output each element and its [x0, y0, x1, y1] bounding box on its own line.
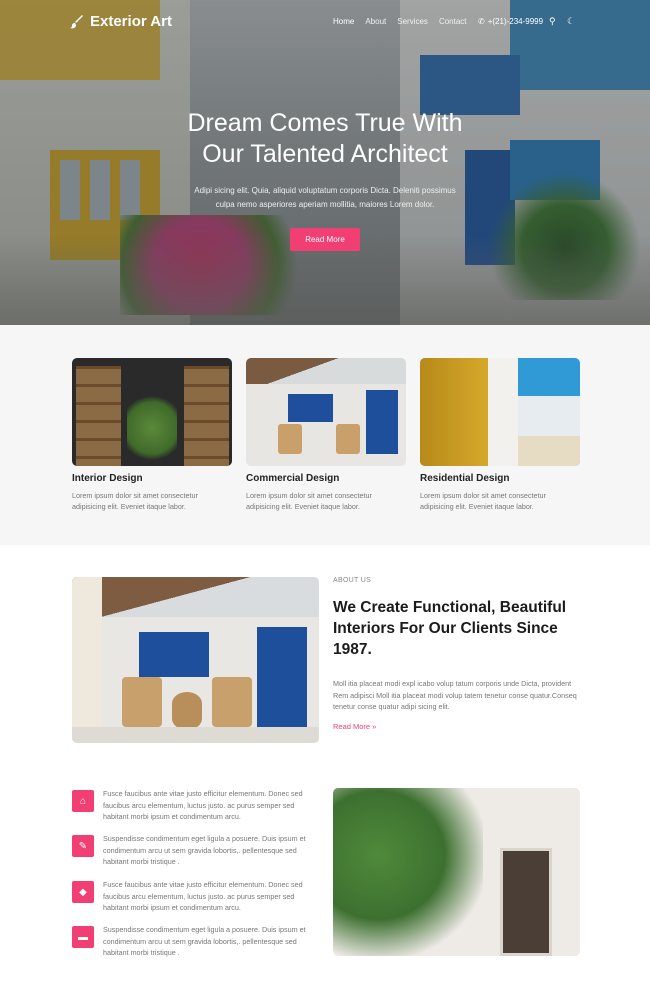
- service-card-interior[interactable]: Interior Design Lorem ipsum dolor sit am…: [72, 358, 232, 512]
- hero-subtitle: Adipi sicing elit. Quia, aliquid volupta…: [194, 186, 456, 209]
- dark-door: [500, 848, 552, 956]
- hero-section: Exterior Art Home About Services Contact…: [0, 0, 650, 325]
- building: [518, 396, 580, 436]
- chair-right: [336, 424, 360, 454]
- feature-image: [333, 788, 580, 956]
- service-image-interior: [72, 358, 232, 466]
- climbing-plant: [333, 788, 483, 956]
- floor: [72, 727, 319, 743]
- phone-icon: ✆: [478, 17, 485, 26]
- hero-title: Dream Comes True With Our Talented Archi…: [155, 108, 495, 170]
- service-title[interactable]: Commercial Design: [246, 473, 406, 484]
- menu-item-home[interactable]: Home: [333, 17, 354, 26]
- blue-window: [288, 394, 333, 422]
- search-icon[interactable]: ⚲: [549, 16, 559, 26]
- feature-text: Suspendisse condimentum eget ligula a po…: [103, 925, 306, 957]
- dark-mode-moon-icon[interactable]: ☾: [567, 16, 577, 26]
- paint-brush-icon: [70, 14, 83, 28]
- service-text: Lorem ipsum dolor sit amet consectetur a…: [72, 491, 198, 511]
- yellow-wall: [420, 358, 488, 466]
- service-image-commercial: [246, 358, 406, 466]
- about-read-more-link[interactable]: Read More »: [333, 722, 376, 731]
- logo-text: Exterior Art: [90, 13, 172, 30]
- site-logo[interactable]: Exterior Art: [70, 13, 172, 30]
- home-icon: ⌂: [72, 790, 94, 812]
- bathtub-icon: ▬: [72, 926, 94, 948]
- phone-number: +(21)-234-9999: [487, 17, 544, 26]
- roof: [246, 358, 406, 384]
- about-title: We Create Functional, Beautiful Interior…: [333, 599, 567, 658]
- menu-item-services[interactable]: Services: [397, 17, 428, 26]
- services-section: Interior Design Lorem ipsum dolor sit am…: [0, 325, 650, 545]
- about-text: Moll itia placeat modi expl icabo volup …: [333, 679, 577, 711]
- service-title[interactable]: Interior Design: [72, 473, 232, 484]
- service-text: Lorem ipsum dolor sit amet consectetur a…: [420, 491, 546, 511]
- chair-right: [212, 677, 252, 727]
- top-nav: Exterior Art Home About Services Contact…: [0, 0, 650, 45]
- hero-title-line-2: Our Talented Architect: [202, 140, 448, 168]
- about-image: [72, 577, 319, 743]
- hero-title-line-1: Dream Comes True With: [187, 109, 463, 137]
- phone-link[interactable]: ✆ +(21)-234-9999: [478, 17, 543, 26]
- chair-left: [122, 677, 162, 727]
- menu-item-contact[interactable]: Contact: [439, 17, 467, 26]
- service-image-residential: [420, 358, 580, 466]
- hero-content: Dream Comes True With Our Talented Archi…: [0, 108, 650, 251]
- blue-door: [257, 627, 307, 727]
- service-card-commercial[interactable]: Commercial Design Lorem ipsum dolor sit …: [246, 358, 406, 512]
- service-text: Lorem ipsum dolor sit amet consectetur a…: [246, 491, 372, 511]
- feature-text: Fusce faucibus ante vitae justo efficitu…: [103, 789, 303, 821]
- bookshelf-left: [76, 366, 121, 466]
- blue-window: [139, 632, 209, 677]
- roof: [72, 577, 319, 617]
- column: [72, 577, 102, 743]
- feature-text: Suspendisse condimentum eget ligula a po…: [103, 834, 306, 866]
- diamond-icon: ◆: [72, 881, 94, 903]
- magic-wand-icon: ✎: [72, 835, 94, 857]
- service-card-residential[interactable]: Residential Design Lorem ipsum dolor sit…: [420, 358, 580, 512]
- chair-left: [278, 424, 302, 454]
- side-table: [172, 692, 202, 730]
- bookshelf-right: [184, 366, 229, 466]
- menu-item-about[interactable]: About: [365, 17, 386, 26]
- hero-read-more-button[interactable]: Read More: [290, 228, 360, 251]
- service-title[interactable]: Residential Design: [420, 473, 580, 484]
- white-wall: [488, 358, 518, 466]
- blue-door: [366, 390, 398, 454]
- main-menu: Home About Services Contact: [333, 17, 478, 26]
- sand-wall: [518, 436, 580, 466]
- feature-text: Fusce faucibus ante vitae justo efficitu…: [103, 880, 303, 912]
- plants: [127, 393, 177, 463]
- about-label: ABOUT US: [333, 577, 372, 584]
